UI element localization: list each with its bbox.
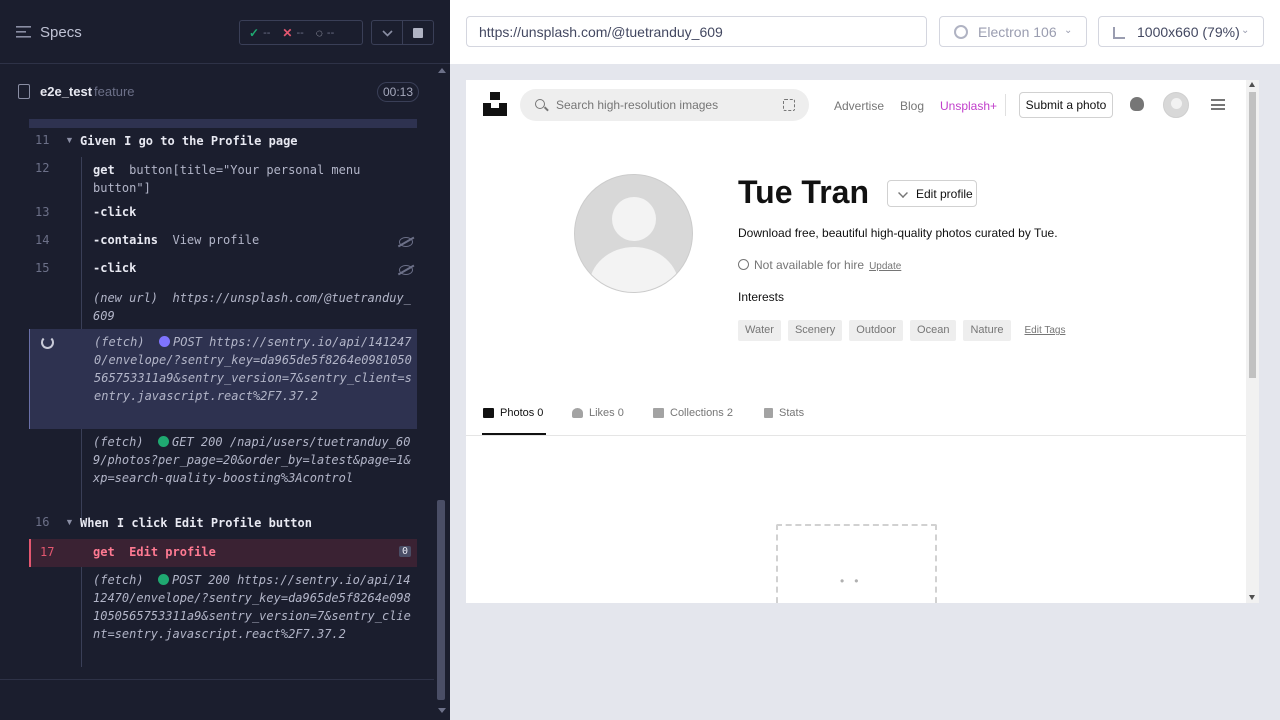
close-circle-icon	[738, 259, 749, 270]
update-hire-link[interactable]: Update	[869, 261, 901, 272]
scroll-up-arrow-icon[interactable]	[1249, 82, 1255, 87]
specs-title[interactable]: Specs	[40, 24, 82, 41]
fetch-status-dot	[159, 336, 171, 347]
submit-photo-button[interactable]: Submit a photo	[1019, 92, 1113, 118]
unsplash-logo-icon[interactable]	[482, 91, 508, 117]
tab-collections[interactable]: Collections 2	[653, 407, 733, 419]
heart-icon	[572, 408, 583, 418]
command-click[interactable]: 13 -click	[29, 205, 417, 225]
passed-count: ✓ --	[249, 25, 271, 40]
element-count-badge: 0	[398, 546, 411, 557]
fetch-request-pending[interactable]: (fetch) POST https://sentry.io/api/14124…	[29, 329, 417, 429]
command-log: 11 ▼ Given I go to the Profile page 12 ge…	[29, 119, 417, 667]
ruler-icon	[1113, 27, 1125, 39]
spec-file-name[interactable]: e2e_test feature	[40, 84, 135, 99]
viewport-selector[interactable]: 1000x660 (79%) ⌄	[1098, 16, 1264, 47]
step-when[interactable]: 16 ▼ When I click Edit Profile button	[29, 515, 417, 535]
chevron-down-button[interactable]	[371, 20, 403, 45]
scroll-up-arrow-icon[interactable]	[438, 68, 446, 73]
tabs-divider	[466, 435, 1246, 436]
stop-icon	[413, 28, 423, 38]
previous-row-fragment	[29, 119, 417, 128]
fetch-request[interactable]: (fetch) POST 200 https://sentry.io/api/1…	[29, 571, 417, 667]
check-icon: ✓	[249, 25, 260, 40]
nav-blog[interactable]: Blog	[900, 99, 924, 113]
aut-scrollbar[interactable]	[1246, 80, 1259, 603]
scroll-down-arrow-icon[interactable]	[1249, 595, 1255, 600]
tag-outdoor[interactable]: Outdoor	[849, 320, 904, 341]
nav-unsplash-plus[interactable]: Unsplash+	[940, 99, 997, 113]
log-bottom-divider	[0, 679, 434, 680]
spec-file-row: e2e_test feature 00:13	[0, 76, 430, 108]
specs-header: Specs ✓ -- ✕ -- ◌ --	[0, 0, 450, 64]
fetch-request[interactable]: (fetch) GET 200 /napi/users/tuetranduy_6…	[29, 433, 417, 513]
photo-icon	[483, 408, 494, 418]
hidden-eye-icon	[399, 265, 413, 275]
new-url-event[interactable]: (new url) https://unsplash.com/@tuetrand…	[29, 289, 417, 325]
run-status-group: ✓ -- ✕ -- ◌ --	[239, 20, 363, 45]
fetch-status-dot	[158, 574, 170, 585]
browser-selector[interactable]: Electron 106 ⌄	[939, 16, 1087, 47]
stop-button[interactable]	[402, 20, 434, 45]
nav-advertise[interactable]: Advertise	[834, 99, 884, 113]
visual-search-icon[interactable]	[783, 99, 795, 111]
hire-status: Not available for hire Update	[738, 258, 901, 272]
user-avatar-button[interactable]	[1163, 92, 1189, 118]
specs-list-icon[interactable]	[16, 26, 31, 38]
tab-likes[interactable]: Likes 0	[572, 407, 624, 419]
tab-photos[interactable]: Photos 0	[483, 407, 543, 419]
chevron-down-icon: ⌄	[1241, 25, 1250, 36]
failed-count: ✕ --	[282, 25, 304, 40]
step-given[interactable]: 11 ▼ Given I go to the Profile page	[29, 133, 417, 153]
tag-scenery[interactable]: Scenery	[787, 320, 843, 341]
profile-avatar	[574, 174, 693, 293]
fetch-status-dot	[158, 436, 170, 447]
interests-heading: Interests	[738, 290, 785, 304]
edit-tags-link[interactable]: Edit Tags	[1025, 320, 1066, 341]
loading-spinner-icon	[41, 336, 54, 349]
log-scroll-thumb[interactable]	[437, 500, 445, 700]
aut-iframe: Search high-resolution images Advertise …	[466, 80, 1259, 603]
chevron-down-icon	[382, 30, 393, 37]
edit-profile-button[interactable]: Edit profile	[887, 180, 977, 207]
aut-url-field[interactable]: https://unsplash.com/@tuetranduy_609	[466, 16, 927, 47]
command-get[interactable]: 12 get button[title="Your personal menu …	[29, 161, 417, 199]
caret-down-icon[interactable]: ▼	[65, 135, 74, 145]
tab-stats[interactable]: Stats	[764, 407, 804, 419]
empty-state-illustration: • •	[776, 524, 937, 603]
command-log-panel: Specs ✓ -- ✕ -- ◌ -- e2e_test feature 00…	[0, 0, 450, 720]
search-bar[interactable]: Search high-resolution images	[520, 89, 809, 121]
tag-water[interactable]: Water	[738, 320, 781, 341]
nav-divider	[1005, 94, 1006, 116]
profile-bio: Download free, beautiful high-quality ph…	[738, 226, 1058, 240]
run-timer: 00:13	[377, 82, 420, 102]
bar-chart-icon	[764, 408, 773, 418]
spinner-icon: ◌	[315, 25, 323, 40]
chevron-down-icon: ⌄	[1064, 25, 1073, 36]
interest-tags: Water Scenery Outdoor Ocean Nature Edit …	[738, 320, 1065, 341]
collections-icon	[653, 408, 664, 418]
profile-name: Tue Tran	[738, 174, 869, 210]
caret-down-icon[interactable]: ▼	[65, 517, 74, 527]
cross-icon: ✕	[282, 25, 293, 40]
command-contains[interactable]: 14 -contains View profile	[29, 233, 417, 253]
pending-count: ◌ --	[315, 25, 335, 40]
file-icon	[18, 84, 30, 99]
notification-bell-icon[interactable]	[1130, 97, 1144, 111]
search-icon	[535, 99, 545, 109]
hidden-eye-icon	[399, 237, 413, 247]
tag-ocean[interactable]: Ocean	[910, 320, 957, 341]
command-click[interactable]: 15 -click	[29, 261, 417, 281]
command-get-failed[interactable]: 17 get Edit profile 0	[29, 539, 417, 567]
hamburger-menu-icon[interactable]	[1211, 99, 1225, 110]
aut-scroll-thumb[interactable]	[1249, 92, 1256, 378]
electron-icon	[954, 25, 968, 39]
pencil-icon	[898, 188, 908, 198]
scroll-down-arrow-icon[interactable]	[438, 708, 446, 713]
tag-nature[interactable]: Nature	[963, 320, 1011, 341]
